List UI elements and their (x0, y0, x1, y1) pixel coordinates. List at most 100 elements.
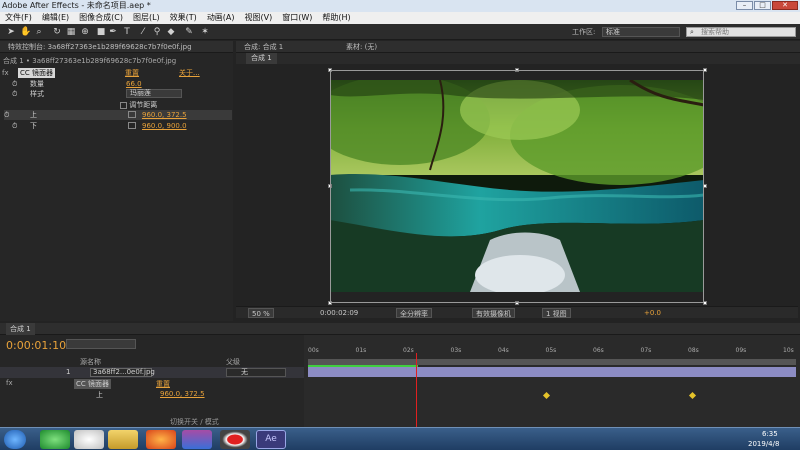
layer-row[interactable]: 1 3a68ff2...0e0f.jpg 无 (0, 367, 304, 378)
menu-item[interactable]: 视图(V) (240, 12, 278, 24)
effect-about-link[interactable]: 关于... (179, 68, 200, 78)
exposure-value[interactable]: +0.0 (644, 307, 661, 319)
footage-tab[interactable]: 素材: (无) (346, 41, 377, 53)
minimize-button[interactable]: – (736, 1, 753, 10)
text-tool-icon[interactable]: T (122, 27, 132, 37)
camera-tool-icon[interactable]: ▦ (66, 27, 76, 37)
browser-icon[interactable] (40, 430, 70, 449)
point-control-icon[interactable] (128, 122, 136, 129)
current-time[interactable]: 0:00:01:10 (6, 339, 66, 352)
maximize-button[interactable]: □ (754, 1, 771, 10)
transform-handle[interactable] (328, 301, 332, 305)
workspace-label: 工作区: (572, 28, 596, 36)
effect-reset-link[interactable]: 重置 (125, 68, 139, 78)
property-label: 上 (96, 391, 103, 399)
param-value[interactable]: 960.0, 900.0 (142, 121, 187, 131)
rotate-tool-icon[interactable]: ↻ (52, 27, 62, 37)
composition-image[interactable] (330, 80, 704, 292)
effect-row: CC 镜面器 重置 (64, 379, 304, 389)
stopwatch-icon[interactable]: ⏱ (12, 122, 17, 130)
timeline-track-area[interactable]: 00s 01s 02s 03s 04s 05s 06s 07s 08s 09s 10s (304, 335, 800, 427)
menu-item[interactable]: 窗口(W) (277, 12, 317, 24)
puppet-tool-icon[interactable]: ✶ (200, 27, 210, 37)
param-value[interactable]: 66.0 (126, 79, 142, 89)
recorder-icon[interactable] (220, 430, 250, 449)
close-button[interactable]: ✕ (772, 1, 798, 10)
point-control-icon[interactable] (128, 111, 136, 118)
mask-tool-icon[interactable]: ■ (96, 27, 106, 37)
param-row-checkbox: 调节距离 (120, 100, 157, 110)
keyframe-diamond[interactable] (688, 391, 697, 400)
timecode[interactable]: 0:00:02:09 (320, 307, 358, 319)
file-explorer-icon[interactable] (108, 430, 138, 449)
layer-duration-bar[interactable] (308, 367, 796, 377)
time-ruler[interactable]: 00s 01s 02s 03s 04s 05s 06s 07s 08s 09s 10s (304, 347, 800, 357)
firefox-icon[interactable] (146, 430, 176, 449)
qq-icon[interactable] (74, 430, 104, 449)
camera-select[interactable]: 有效摄像机 (472, 308, 515, 318)
menu-item[interactable]: 图层(L) (128, 12, 165, 24)
eraser-tool-icon[interactable]: ◆ (166, 27, 176, 37)
pen-tool-icon[interactable]: ✒ (108, 27, 118, 37)
comp-tab[interactable]: 合成: 合成 1 (244, 41, 283, 53)
menu-item[interactable]: 帮助(H) (317, 12, 355, 24)
transform-handle[interactable] (515, 68, 519, 72)
brush-tool-icon[interactable]: ⁄ (138, 27, 148, 37)
effect-name[interactable]: CC 镜面器 (18, 68, 56, 78)
zoom-select[interactable]: 50 % (248, 308, 274, 318)
timeline-effect-name[interactable]: CC 镜面器 (74, 379, 112, 389)
property-value[interactable]: 960.0, 372.5 (160, 390, 205, 398)
stopwatch-icon[interactable]: ⏱ (12, 90, 17, 98)
menu-item[interactable]: 文件(F) (0, 12, 37, 24)
clone-stamp-tool-icon[interactable]: ⚲ (152, 27, 162, 37)
workspace-select[interactable]: 标准 (602, 27, 680, 37)
current-time-indicator[interactable] (416, 353, 417, 427)
transform-handle[interactable] (703, 301, 707, 305)
search-placeholder: 搜索帮助 (701, 28, 729, 36)
parent-header: 父级 (226, 358, 240, 366)
transform-handle[interactable] (703, 184, 707, 188)
selection-tool-icon[interactable]: ➤ (6, 27, 16, 37)
start-button[interactable] (4, 430, 26, 449)
menu-item[interactable]: 图像合成(C) (74, 12, 128, 24)
parent-select[interactable]: 无 (226, 368, 286, 377)
comp-subtab[interactable]: 合成 1 (246, 53, 277, 64)
param-value[interactable]: 960.0, 372.5 (142, 110, 187, 120)
stopwatch-icon[interactable]: ⏱ (12, 80, 17, 88)
timeline-effect-reset[interactable]: 重置 (156, 379, 170, 389)
after-effects-icon[interactable]: Ae (256, 430, 286, 449)
pan-behind-tool-icon[interactable]: ⊕ (80, 27, 90, 37)
clock-date: 2019/4/8 (748, 440, 780, 448)
menu-item[interactable]: 效果(T) (165, 12, 202, 24)
param-label: 数量 (30, 80, 44, 88)
effect-controls-tab[interactable]: 特效控制台: 3a68ff27363e1b289f69628c7b7f0e0f.… (0, 41, 233, 53)
layer-search-input[interactable] (66, 339, 136, 349)
transform-handle[interactable] (515, 301, 519, 305)
keyframe-diamond[interactable] (542, 391, 551, 400)
param-row-top: ⏱ 上 960.0, 372.5 (4, 110, 232, 120)
transform-handle[interactable] (328, 68, 332, 72)
media-player-icon[interactable] (182, 430, 212, 449)
composition-panel-tabs: 合成: 合成 1 素材: (无) (236, 41, 800, 53)
views-select[interactable]: 1 视图 (542, 308, 571, 318)
menu-item[interactable]: 编辑(E) (37, 12, 74, 24)
param-row-amount: ⏱ 数量 66.0 (12, 79, 232, 89)
transform-handle[interactable] (328, 184, 332, 188)
search-help-input[interactable]: ⌕ 搜索帮助 (686, 27, 796, 37)
hand-tool-icon[interactable]: ✋ (20, 27, 31, 37)
resolution-select[interactable]: 全分辨率 (396, 308, 432, 318)
zoom-tool-icon[interactable]: ⌕ (34, 27, 44, 37)
switches-modes-toggle[interactable]: 切换开关 / 模式 (170, 417, 219, 427)
fx-icon: fx (6, 379, 13, 387)
search-icon: ⌕ (690, 28, 694, 36)
mirrored-lake-image (330, 80, 704, 292)
style-select[interactable]: 玛丽莲 (126, 89, 182, 98)
layer-name[interactable]: 3a68ff2...0e0f.jpg (90, 368, 155, 377)
ruler-tick-label: 06s (593, 347, 604, 354)
stopwatch-icon[interactable]: ⏱ (4, 111, 9, 119)
transform-handle[interactable] (703, 68, 707, 72)
roto-brush-tool-icon[interactable]: ✎ (184, 27, 194, 37)
adjust-distance-checkbox[interactable] (120, 101, 127, 109)
timeline-tab[interactable]: 合成 1 (6, 323, 35, 335)
menu-item[interactable]: 动画(A) (202, 12, 240, 24)
